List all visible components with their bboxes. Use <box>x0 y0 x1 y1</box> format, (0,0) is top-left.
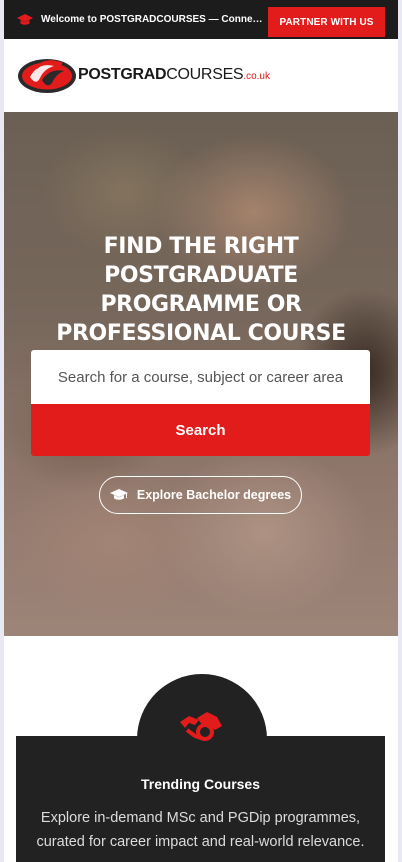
search-button[interactable]: Search <box>31 404 370 456</box>
logo-icon <box>18 59 76 93</box>
course-search-input[interactable] <box>31 350 370 404</box>
hero-title: FIND THE RIGHT POSTGRADUATE PROGRAMME OR… <box>56 234 346 346</box>
explore-bachelor-button[interactable]: Explore Bachelor degrees <box>99 476 302 514</box>
graduation-cap-icon <box>109 488 128 502</box>
site-header: POSTGRADCOURSES.co.uk <box>4 39 398 112</box>
partner-with-us-button[interactable]: PARTNER WITH US <box>268 7 385 37</box>
trending-title: Trending Courses <box>140 776 261 792</box>
logo-wordmark: POSTGRADCOURSES.co.uk <box>78 66 270 83</box>
top-bar: Welcome to POSTGRADCOURSES — Connecting … <box>4 0 398 39</box>
page: Welcome to POSTGRADCOURSES — Connecting … <box>4 0 398 862</box>
graduation-cap-icon <box>17 12 33 28</box>
welcome-text: Welcome to POSTGRADCOURSES — Connecting … <box>41 14 267 25</box>
trending-hands-icon <box>180 712 222 741</box>
explore-bachelor-label: Explore Bachelor degrees <box>136 488 292 502</box>
trending-description: Explore in-demand MSc and PGDip programm… <box>36 810 365 850</box>
hero-banner: FIND THE RIGHT POSTGRADUATE PROGRAMME OR… <box>4 112 398 636</box>
